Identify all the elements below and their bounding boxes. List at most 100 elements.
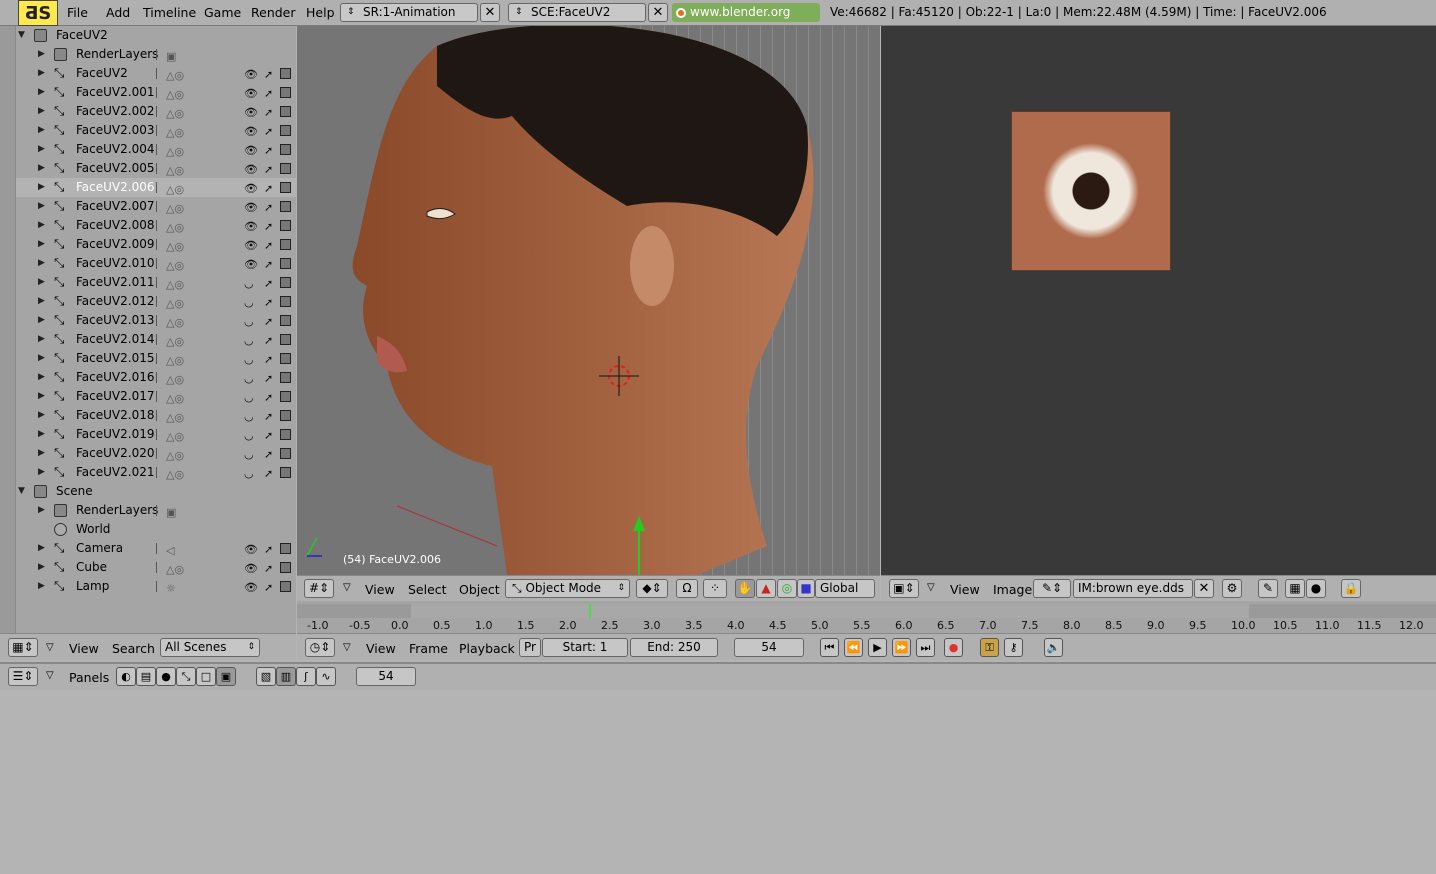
visibility-eye-icon[interactable]: 👁 [244,236,258,255]
outliner-object-row[interactable]: ▶ ⤡ FaceUV2.015 △◎ ◡ ➚ [16,349,296,368]
expand-triangle-icon[interactable]: ▶ [38,577,45,596]
expand-triangle-icon[interactable]: ▶ [38,102,45,121]
selectable-arrow-icon[interactable]: ➚ [264,350,273,369]
outliner-object-row[interactable]: ▶ ⤡ FaceUV2.019 △◎ ◡ ➚ [16,425,296,444]
expand-triangle-icon[interactable]: ▶ [38,254,45,273]
expand-triangle-icon[interactable]: ▶ [38,178,45,197]
outliner-object-row[interactable]: ▶ ⤡ FaceUV2.018 △◎ ◡ ➚ [16,406,296,425]
selectable-arrow-icon[interactable]: ➚ [264,464,273,483]
visibility-closed-icon[interactable]: ◡ [244,426,254,445]
selectable-arrow-icon[interactable]: ➚ [264,198,273,217]
renderable-icon[interactable] [280,87,291,98]
expand-triangle-icon[interactable]: ▶ [38,425,45,444]
end-frame-field[interactable]: End: 250 [630,638,718,657]
pivot-icon[interactable]: ⁘ [703,579,727,598]
selectable-arrow-icon[interactable]: ➚ [264,217,273,236]
visibility-closed-icon[interactable]: ◡ [244,445,254,464]
renderable-icon[interactable] [280,182,291,193]
renderable-icon[interactable] [280,372,291,383]
timeline-view-menu[interactable]: View [366,641,396,656]
image-editor[interactable] [881,26,1436,575]
translate-icon[interactable]: ▲ [756,579,776,598]
editor-type-button[interactable]: ▦⇕ [8,638,38,657]
outliner-search-menu[interactable]: Search [112,641,155,656]
texture-face-icon[interactable]: ▦ [1285,579,1305,598]
image-menu[interactable]: Image [993,582,1032,597]
renderable-icon[interactable] [280,258,291,269]
expand-triangle-icon[interactable]: ▶ [38,216,45,235]
visibility-closed-icon[interactable]: ◡ [244,331,254,350]
selectable-arrow-icon[interactable]: ➚ [264,103,273,122]
visibility-eye-icon[interactable]: 👁 [244,198,258,217]
expand-triangle-icon[interactable]: ▶ [38,444,45,463]
visibility-eye-icon[interactable]: 👁 [244,540,258,559]
jump-start-icon[interactable]: ⏮ [820,638,839,657]
selectable-arrow-icon[interactable]: ➚ [264,179,273,198]
visibility-eye-icon[interactable]: 👁 [244,578,258,597]
visibility-eye-icon[interactable]: 👁 [244,103,258,122]
delete-scene-button[interactable]: ✕ [648,3,668,22]
image-view-menu[interactable]: View [950,582,980,597]
outliner-object-row[interactable]: ▶ ⤡ FaceUV2.020 △◎ ◡ ➚ [16,444,296,463]
timeline-strip[interactable] [297,604,1436,618]
outliner-object-row[interactable]: ▶ ⤡ FaceUV2.017 △◎ ◡ ➚ [16,387,296,406]
menu-render[interactable]: Render [251,5,296,20]
renderable-icon[interactable] [280,144,291,155]
expand-triangle-icon[interactable]: ▼ [18,482,25,501]
renderable-icon[interactable] [280,220,291,231]
unlink-image-button[interactable]: ✕ [1194,579,1214,598]
scene-selector[interactable]: ⇕ SCE:FaceUV2 [508,3,646,22]
current-frame-marker[interactable] [589,604,591,618]
selectable-arrow-icon[interactable]: ➚ [264,141,273,160]
editor-type-button[interactable]: #⇕ [304,579,334,598]
outliner-renderlayers[interactable]: ▶ RenderLayers ▣ [16,45,296,64]
view-menu[interactable]: View [365,582,395,597]
selectable-arrow-icon[interactable]: ➚ [264,331,273,350]
renderable-icon[interactable] [280,467,291,478]
selectable-arrow-icon[interactable]: ➚ [264,388,273,407]
expand-triangle-icon[interactable]: ▶ [38,235,45,254]
shading-select[interactable]: ◆⇕ [636,579,668,598]
current-frame-field[interactable]: 54 [734,638,804,657]
expand-triangle-icon[interactable]: ▶ [38,140,45,159]
outliner-object-row[interactable]: ▶ ⤡ FaceUV2.012 △◎ ◡ ➚ [16,292,296,311]
outliner-object-row[interactable]: ▶ ⤡ FaceUV2.010 △◎ 👁 ➚ [16,254,296,273]
editor-type-button[interactable]: ◷⇕ [305,638,335,657]
renderable-icon[interactable] [280,106,291,117]
jump-end-icon[interactable]: ⏭ [916,638,935,657]
outliner-object-row[interactable]: ▶ ⤡ FaceUV2.014 △◎ ◡ ➚ [16,330,296,349]
visibility-eye-icon[interactable]: 👁 [244,160,258,179]
outliner-object-row[interactable]: ▶ ⤡ FaceUV2.007 △◎ 👁 ➚ [16,197,296,216]
outliner-object-row[interactable]: ▶ ⤡ FaceUV2.002 △◎ 👁 ➚ [16,102,296,121]
paint-icon[interactable]: ✎ [1258,579,1278,598]
selectable-arrow-icon[interactable]: ➚ [264,369,273,388]
renderable-icon[interactable] [280,296,291,307]
expand-triangle-icon[interactable]: ▶ [38,197,45,216]
editor-type-button[interactable]: ☰⇕ [8,667,38,686]
panels-menu[interactable]: Panels [69,670,109,685]
expand-triangle-icon[interactable]: ▶ [38,159,45,178]
render-buttons-icon[interactable]: ▧ [256,667,276,686]
selectable-arrow-icon[interactable]: ➚ [264,274,273,293]
object-context-icon[interactable]: ⤡ [176,667,196,686]
renderable-icon[interactable] [280,429,291,440]
visibility-eye-icon[interactable]: 👁 [244,217,258,236]
renderable-icon[interactable] [280,448,291,459]
lock-icon[interactable]: 🔒 [1341,579,1361,598]
visibility-closed-icon[interactable]: ◡ [244,350,254,369]
expand-triangle-icon[interactable]: ▶ [38,273,45,292]
expand-triangle-icon[interactable]: ▶ [38,558,45,577]
visibility-eye-icon[interactable]: 👁 [244,65,258,84]
orientation-select[interactable]: Global [815,579,875,598]
expand-triangle-icon[interactable]: ▶ [38,539,45,558]
renderable-icon[interactable] [280,391,291,402]
logic-context-icon[interactable]: ◐ [116,667,136,686]
expand-triangle-icon[interactable]: ▶ [38,406,45,425]
expand-triangle-icon[interactable]: ▶ [38,463,45,482]
expand-triangle-icon[interactable]: ▶ [38,501,45,520]
selectable-arrow-icon[interactable]: ➚ [264,540,273,559]
expand-triangle-icon[interactable]: ▶ [38,387,45,406]
selectable-arrow-icon[interactable]: ➚ [264,160,273,179]
selectable-arrow-icon[interactable]: ➚ [264,407,273,426]
selectable-arrow-icon[interactable]: ➚ [264,236,273,255]
